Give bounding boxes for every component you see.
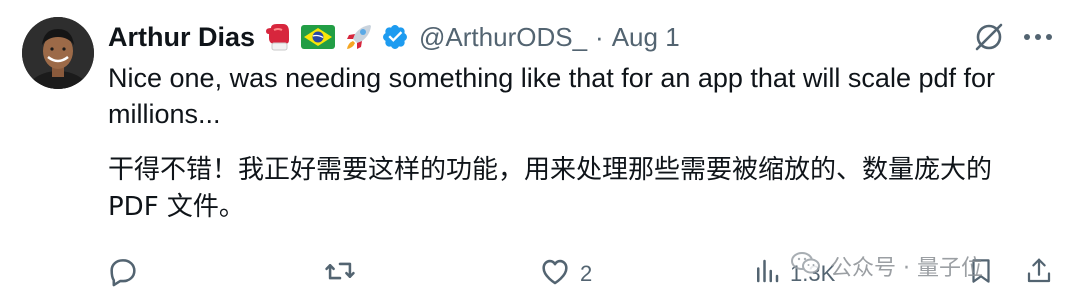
brazil-flag-icon <box>301 24 336 50</box>
avatar[interactable] <box>22 17 94 89</box>
like-icon <box>538 254 572 294</box>
wechat-logo-icon <box>790 250 822 282</box>
reply-button[interactable] <box>106 252 140 296</box>
like-button[interactable]: 2 <box>538 252 592 296</box>
verified-badge-icon <box>381 23 409 51</box>
tweet-text-zh: 干得不错！我正好需要这样的功能，用来处理那些需要被缩放的、数量庞大的PDF 文件… <box>108 155 993 222</box>
watermark: 公众号 · 量子位 <box>790 250 983 282</box>
more-options-icon[interactable] <box>1020 22 1056 52</box>
grok-icon[interactable] <box>972 20 1006 54</box>
repost-button[interactable] <box>322 252 358 296</box>
author-name[interactable]: Arthur Dias <box>108 22 255 53</box>
meta-separator: · <box>595 21 604 52</box>
tweet-header: Arthur Dias @ArthurODS_ · Aug 1 <box>108 20 680 54</box>
reply-icon <box>106 254 140 294</box>
tweet-text: Nice one, was needing something like tha… <box>108 60 1038 226</box>
author-handle[interactable]: @ArthurODS_ <box>419 22 587 53</box>
boxing-glove-icon <box>263 22 293 52</box>
tweet: Arthur Dias @ArthurODS_ · Aug 1 Nice one… <box>0 0 1080 305</box>
repost-icon <box>322 254 358 294</box>
views-icon <box>752 254 782 294</box>
share-icon <box>1024 254 1054 294</box>
tweet-text-en: Nice one, was needing something like tha… <box>108 63 996 129</box>
like-count: 2 <box>580 261 593 286</box>
watermark-text: 公众号 · 量子位 <box>830 256 983 281</box>
rocket-icon <box>343 21 375 53</box>
share-button[interactable] <box>1024 252 1054 296</box>
post-date[interactable]: Aug 1 <box>612 22 680 53</box>
